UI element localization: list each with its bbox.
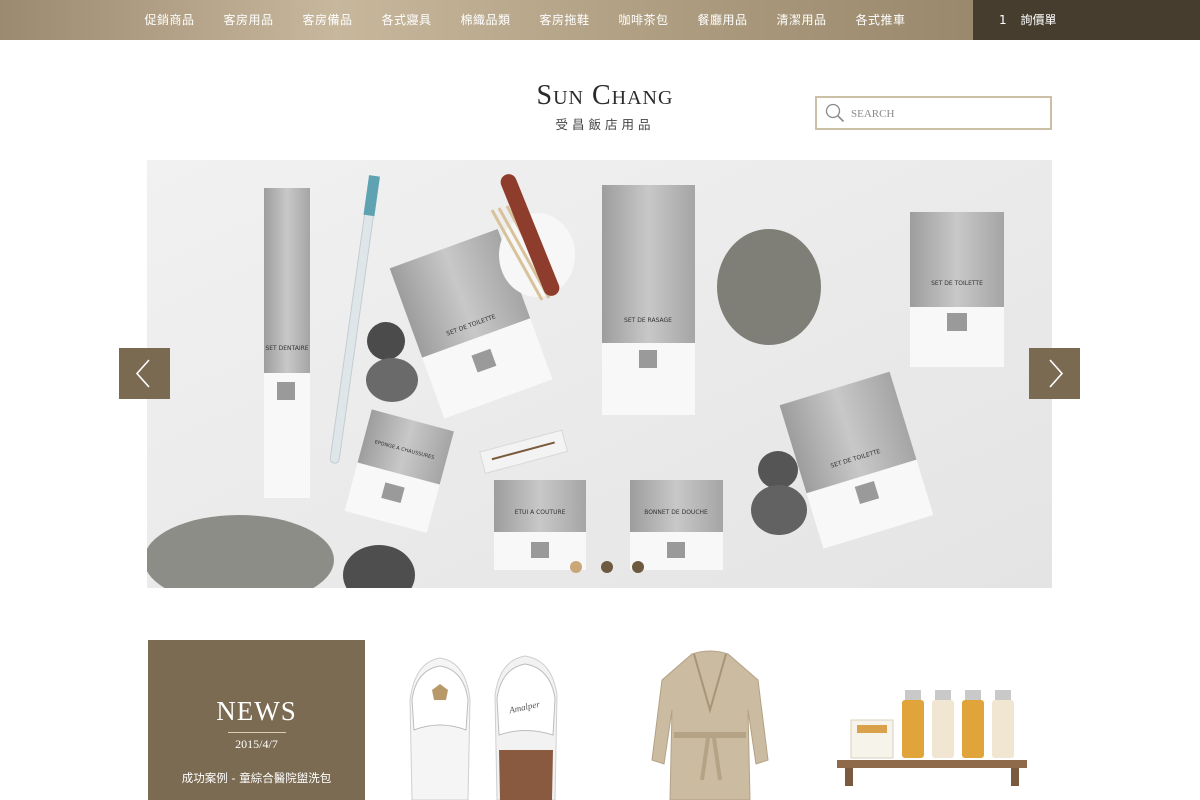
search-icon[interactable] bbox=[825, 103, 845, 123]
product-bathrobe[interactable] bbox=[650, 640, 770, 800]
slippers-image: Amalper bbox=[409, 655, 558, 800]
inquiry-label: 詢價單 bbox=[1020, 13, 1057, 27]
nav-item-slippers[interactable]: 客房拖鞋 bbox=[525, 0, 604, 40]
chevron-right-icon bbox=[1049, 359, 1064, 388]
nav-item-restaurant[interactable]: 餐廳用品 bbox=[683, 0, 762, 40]
logo-chinese: 受昌飯店用品 bbox=[555, 117, 655, 132]
slider-prev-button[interactable] bbox=[119, 348, 170, 399]
box-label: SET DE TOILETTE bbox=[931, 280, 983, 287]
news-headline[interactable]: 成功案例 - 童綜合醫院盥洗包 bbox=[148, 770, 365, 786]
news-box[interactable]: NEWS 2015/4/7 成功案例 - 童綜合醫院盥洗包 bbox=[148, 640, 365, 800]
search-box bbox=[815, 96, 1052, 130]
nav-item-linens[interactable]: 棉織品類 bbox=[446, 0, 525, 40]
inquiry-count: 1 bbox=[999, 13, 1007, 27]
news-date: 2015/4/7 bbox=[235, 737, 278, 751]
slider-dot-1[interactable] bbox=[570, 561, 582, 573]
logo-english: Sun Chang bbox=[536, 80, 674, 111]
news-divider bbox=[227, 732, 286, 733]
nav-item-room-supplies[interactable]: 客房用品 bbox=[209, 0, 288, 40]
hero-slide-image: SET DENTAIRE SET DE TOILETTE SET DE RASA… bbox=[147, 160, 1052, 588]
inquiry-list-button[interactable]: 1 詢價單 bbox=[973, 0, 1200, 40]
news-title: NEWS bbox=[216, 696, 297, 726]
box-label: BONNET DE DOUCHE bbox=[644, 509, 708, 516]
slider-next-button[interactable] bbox=[1029, 348, 1080, 399]
product-toiletries-set[interactable] bbox=[835, 640, 1035, 800]
slider-dot-2[interactable] bbox=[601, 561, 613, 573]
nav-item-carts[interactable]: 各式推車 bbox=[841, 0, 920, 40]
hero-slider: SET DENTAIRE SET DE TOILETTE SET DE RASA… bbox=[147, 160, 1052, 588]
slider-dot-3[interactable] bbox=[632, 561, 644, 573]
search-input[interactable] bbox=[851, 104, 1041, 124]
site-logo[interactable]: Sun Chang 受昌飯店用品 bbox=[505, 80, 705, 133]
nav-item-cleaning[interactable]: 清潔用品 bbox=[762, 0, 841, 40]
slider-pagination bbox=[570, 561, 644, 573]
nav-item-promotions[interactable]: 促銷商品 bbox=[130, 0, 209, 40]
toiletries-set-image bbox=[837, 690, 1027, 786]
top-nav: 促銷商品 客房用品 客房備品 各式寢具 棉織品類 客房拖鞋 咖啡茶包 餐廳用品 … bbox=[0, 0, 1200, 40]
nav-item-coffee-tea[interactable]: 咖啡茶包 bbox=[604, 0, 683, 40]
box-label: SET DE RASAGE bbox=[624, 317, 672, 324]
box-label: ETUI A COUTURE bbox=[515, 509, 566, 516]
product-slippers[interactable]: Amalper bbox=[400, 640, 570, 800]
nav-menu: 促銷商品 客房用品 客房備品 各式寢具 棉織品類 客房拖鞋 咖啡茶包 餐廳用品 … bbox=[130, 0, 920, 40]
bathrobe-image bbox=[651, 650, 769, 800]
box-label: SET DENTAIRE bbox=[265, 345, 308, 352]
chevron-left-icon bbox=[135, 359, 150, 388]
nav-item-room-amenities[interactable]: 客房備品 bbox=[288, 0, 367, 40]
nav-item-bedding[interactable]: 各式寢具 bbox=[367, 0, 446, 40]
